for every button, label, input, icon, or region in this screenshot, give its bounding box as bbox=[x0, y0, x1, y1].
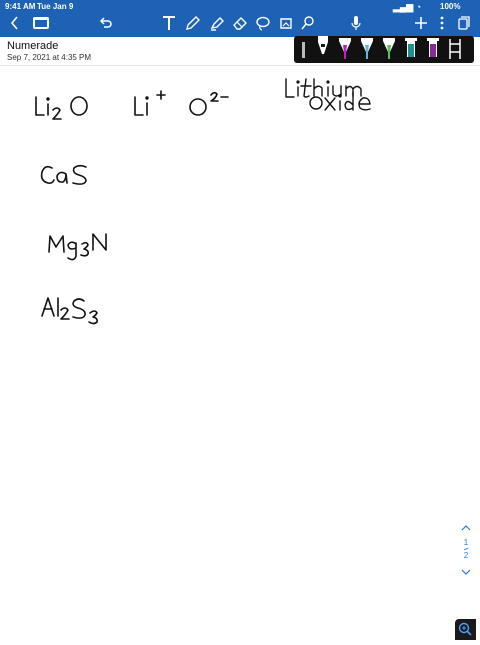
black-pen-icon[interactable] bbox=[316, 36, 330, 68]
total-page-number: 2 bbox=[463, 551, 469, 560]
ruler-separator bbox=[302, 42, 305, 63]
status-icons: ▂▄▆ ◔ bbox=[393, 2, 422, 12]
document-title[interactable]: Numerade bbox=[7, 40, 58, 52]
light-blue-pen-icon[interactable] bbox=[360, 36, 374, 68]
documents-icon[interactable] bbox=[32, 14, 50, 32]
handwritten-al2s3 bbox=[41, 297, 98, 325]
note-canvas[interactable] bbox=[0, 65, 480, 640]
handwritten-cas bbox=[40, 164, 87, 185]
more-icon[interactable] bbox=[437, 14, 447, 32]
highlighter-icon[interactable] bbox=[208, 14, 226, 32]
undo-icon[interactable] bbox=[98, 14, 114, 32]
teal-marker-icon[interactable] bbox=[404, 36, 418, 68]
page-thumbnails-icon[interactable] bbox=[457, 14, 471, 32]
previous-page-icon[interactable] bbox=[461, 524, 471, 532]
handwritten-lithium-oxide bbox=[285, 78, 371, 111]
green-pen-icon[interactable] bbox=[382, 36, 396, 68]
zoom-icon bbox=[458, 622, 472, 636]
microphone-icon[interactable] bbox=[349, 14, 363, 32]
text-tool-icon[interactable] bbox=[160, 14, 178, 32]
image-tool-icon[interactable] bbox=[277, 14, 295, 32]
magenta-pen-icon[interactable] bbox=[338, 36, 352, 68]
lasso-icon[interactable] bbox=[254, 14, 272, 32]
ruler-icon[interactable] bbox=[448, 36, 462, 68]
add-page-icon[interactable] bbox=[413, 14, 429, 32]
next-page-icon[interactable] bbox=[461, 568, 471, 576]
page-navigation: 1 2 bbox=[458, 524, 474, 598]
handwritten-o-2minus bbox=[189, 91, 229, 116]
handwritten-li-plus bbox=[134, 90, 166, 116]
shapes-tool-icon[interactable] bbox=[299, 14, 317, 32]
zoom-button[interactable] bbox=[455, 619, 476, 640]
current-page-number: 1 bbox=[463, 538, 469, 547]
top-toolbar: 9:41 AM Tue Jan 9 ▂▄▆ ◔ 100% bbox=[0, 0, 480, 37]
document-date: Sep 7, 2021 at 4:35 PM bbox=[7, 53, 92, 62]
battery-level: 100% bbox=[440, 2, 461, 11]
pen-tool-icon[interactable] bbox=[184, 14, 202, 32]
purple-marker-icon[interactable] bbox=[426, 36, 440, 68]
back-chevron-icon[interactable] bbox=[8, 14, 22, 32]
eraser-icon[interactable] bbox=[231, 14, 249, 32]
pen-tray bbox=[294, 36, 474, 63]
handwritten-li2o bbox=[35, 96, 88, 120]
status-date: Tue Jan 9 bbox=[37, 2, 74, 11]
status-time: 9:41 AM bbox=[5, 2, 36, 11]
handwritten-mg3n bbox=[48, 233, 107, 261]
